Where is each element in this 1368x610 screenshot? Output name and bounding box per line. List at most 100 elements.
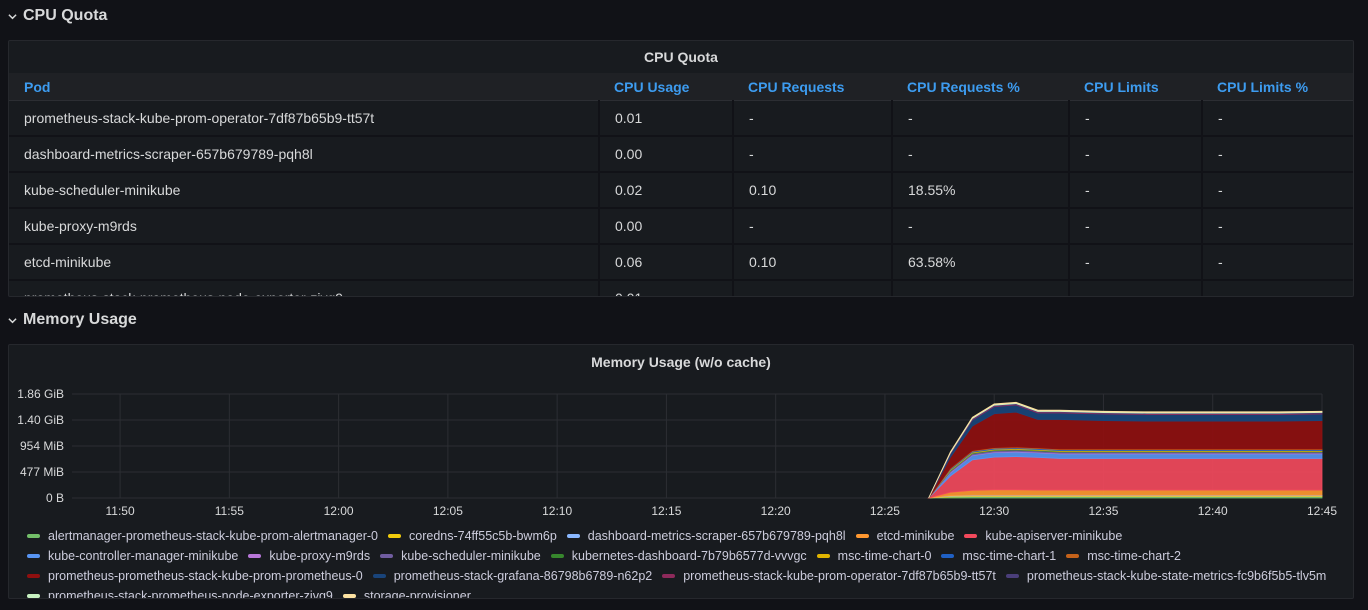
legend-item[interactable]: prometheus-stack-grafana-86798b6789-n62p…	[372, 567, 653, 585]
chevron-down-icon	[8, 317, 17, 323]
legend-swatch	[372, 574, 386, 578]
table-cell	[1069, 280, 1203, 296]
legend-label: prometheus-stack-grafana-86798b6789-n62p…	[393, 569, 653, 583]
table-cell: 0.10	[733, 172, 893, 209]
legend-item[interactable]: prometheus-prometheus-stack-kube-prom-pr…	[27, 567, 363, 585]
y-tick-label: 1.40 GiB	[17, 413, 64, 427]
table-cell	[892, 280, 1070, 296]
legend-item[interactable]: msc-time-chart-0	[816, 547, 932, 565]
legend-item[interactable]: kubernetes-dashboard-7b79b6577d-vvvgc	[550, 547, 807, 565]
legend-swatch	[855, 534, 869, 538]
table-cell: etcd-minikube	[9, 244, 600, 281]
chart-legend: alertmanager-prometheus-stack-kube-prom-…	[27, 525, 1347, 599]
table-cell: -	[733, 208, 893, 245]
table-cell: -	[1202, 208, 1353, 245]
legend-swatch	[941, 554, 955, 558]
legend-swatch	[388, 534, 401, 538]
legend-swatch	[964, 534, 978, 538]
table-cell: -	[1202, 172, 1353, 209]
cpu-quota-panel-title[interactable]: CPU Quota	[9, 41, 1353, 73]
table-cell: -	[892, 208, 1070, 245]
legend-item[interactable]: msc-time-chart-1	[941, 547, 1056, 565]
table-cell: -	[1069, 244, 1203, 281]
table-cell: 0.00	[599, 136, 734, 173]
legend-item[interactable]: alertmanager-prometheus-stack-kube-prom-…	[27, 527, 378, 545]
memory-usage-chart[interactable]: 0 B 477 MiB 954 MiB 1.40 GiB 1.86 GiB 11:50 11…	[9, 379, 1354, 539]
table-cell: -	[892, 136, 1070, 173]
legend-label: msc-time-chart-0	[837, 549, 932, 563]
column-header-pod[interactable]: Pod	[9, 73, 599, 101]
table-cell: prometheus-stack-prometheus-node-exporte…	[9, 280, 600, 296]
table-cell: 0.00	[599, 208, 734, 245]
memory-usage-panel: Memory Usage (w/o cache) 0 B 477 MiB 954 M…	[8, 344, 1354, 599]
legend-item[interactable]: prometheus-stack-kube-state-metrics-fc9b…	[1005, 567, 1327, 585]
cpu-quota-table-body: prometheus-stack-kube-prom-operator-7df8…	[9, 100, 1353, 296]
chevron-down-icon	[8, 13, 17, 19]
column-header-cpu-limits-percent[interactable]: CPU Limits %	[1202, 73, 1353, 101]
x-tick-label: 12:00	[324, 504, 354, 518]
legend-label: prometheus-stack-kube-state-metrics-fc9b…	[1026, 569, 1327, 583]
legend-swatch	[248, 554, 262, 558]
memory-usage-row-title: Memory Usage	[23, 311, 137, 328]
y-tick-label: 0 B	[46, 491, 64, 505]
legend-swatch	[27, 534, 40, 538]
legend-item[interactable]: prometheus-stack-kube-prom-operator-7df8…	[662, 567, 996, 585]
legend-label: kube-scheduler-minikube	[401, 549, 541, 563]
x-tick-label: 12:25	[870, 504, 900, 518]
table-row: kube-scheduler-minikube 0.02 0.10 18.55% - -	[9, 172, 1353, 209]
table-cell: dashboard-metrics-scraper-657b679789-pqh…	[9, 136, 600, 173]
legend-item[interactable]: kube-apiserver-minikube	[964, 527, 1122, 545]
legend-label: msc-time-chart-2	[1087, 549, 1181, 563]
legend-label: storage-provisioner	[363, 589, 471, 599]
legend-item[interactable]: storage-provisioner	[342, 587, 471, 599]
column-header-cpu-requests-percent[interactable]: CPU Requests %	[892, 73, 1069, 101]
legend-item[interactable]: kube-scheduler-minikube	[380, 547, 541, 565]
table-cell: kube-proxy-m9rds	[9, 208, 600, 245]
memory-usage-row-header[interactable]: Memory Usage	[8, 311, 137, 329]
table-row: etcd-minikube 0.06 0.10 63.58% - -	[9, 244, 1353, 281]
table-cell: 0.02	[599, 172, 734, 209]
legend-item[interactable]: etcd-minikube	[855, 527, 954, 545]
table-row: prometheus-stack-kube-prom-operator-7df8…	[9, 100, 1353, 137]
legend-item[interactable]: dashboard-metrics-scraper-657b679789-pqh…	[566, 527, 846, 545]
y-tick-label: 954 MiB	[20, 439, 64, 453]
legend-item[interactable]: kube-controller-manager-minikube	[27, 547, 238, 565]
x-tick-label: 12:05	[433, 504, 463, 518]
legend-swatch	[27, 554, 40, 558]
x-tick-label: 12:40	[1198, 504, 1228, 518]
table-row: kube-proxy-m9rds 0.00- - - -	[9, 208, 1353, 245]
x-tick-label: 12:35	[1088, 504, 1118, 518]
x-tick-label: 12:15	[651, 504, 681, 518]
y-tick-label: 477 MiB	[20, 465, 64, 479]
legend-label: kubernetes-dashboard-7b79b6577d-vvvgc	[571, 549, 807, 563]
legend-label: prometheus-stack-prometheus-node-exporte…	[48, 589, 333, 599]
column-header-cpu-requests[interactable]: CPU Requests	[733, 73, 892, 101]
legend-swatch	[816, 554, 830, 558]
x-tick-label: 12:30	[979, 504, 1009, 518]
cpu-quota-panel: CPU Quota Pod CPU Usage CPU Requests CPU…	[8, 40, 1354, 297]
legend-item[interactable]: coredns-74ff55c5b-bwm6p	[388, 527, 557, 545]
cpu-quota-row-header[interactable]: CPU Quota	[8, 7, 107, 25]
legend-label: msc-time-chart-1	[962, 549, 1057, 563]
legend-swatch	[662, 574, 676, 578]
memory-usage-panel-title[interactable]: Memory Usage (w/o cache)	[9, 345, 1353, 379]
legend-label: coredns-74ff55c5b-bwm6p	[409, 529, 557, 543]
legend-label: prometheus-prometheus-stack-kube-prom-pr…	[48, 569, 363, 583]
legend-label: kube-controller-manager-minikube	[48, 549, 239, 563]
table-cell: -	[892, 100, 1070, 137]
column-header-cpu-limits[interactable]: CPU Limits	[1069, 73, 1202, 101]
column-header-cpu-usage[interactable]: CPU Usage	[599, 73, 733, 101]
legend-swatch	[342, 594, 356, 598]
legend-item[interactable]: kube-proxy-m9rds	[248, 547, 370, 565]
legend-label: dashboard-metrics-scraper-657b679789-pqh…	[587, 529, 846, 543]
cpu-quota-table: Pod CPU Usage CPU Requests CPU Requests …	[9, 73, 1353, 296]
x-tick-label: 11:50	[106, 504, 135, 518]
x-tick-label: 11:55	[215, 504, 244, 518]
table-cell: -	[1069, 208, 1203, 245]
legend-item[interactable]: msc-time-chart-2	[1066, 547, 1181, 565]
legend-item[interactable]: prometheus-stack-prometheus-node-exporte…	[27, 587, 333, 599]
table-cell: 0.10	[733, 244, 893, 281]
legend-swatch	[380, 554, 394, 558]
table-row: dashboard-metrics-scraper-657b679789-pqh…	[9, 136, 1353, 173]
table-cell: 18.55%	[892, 172, 1070, 209]
